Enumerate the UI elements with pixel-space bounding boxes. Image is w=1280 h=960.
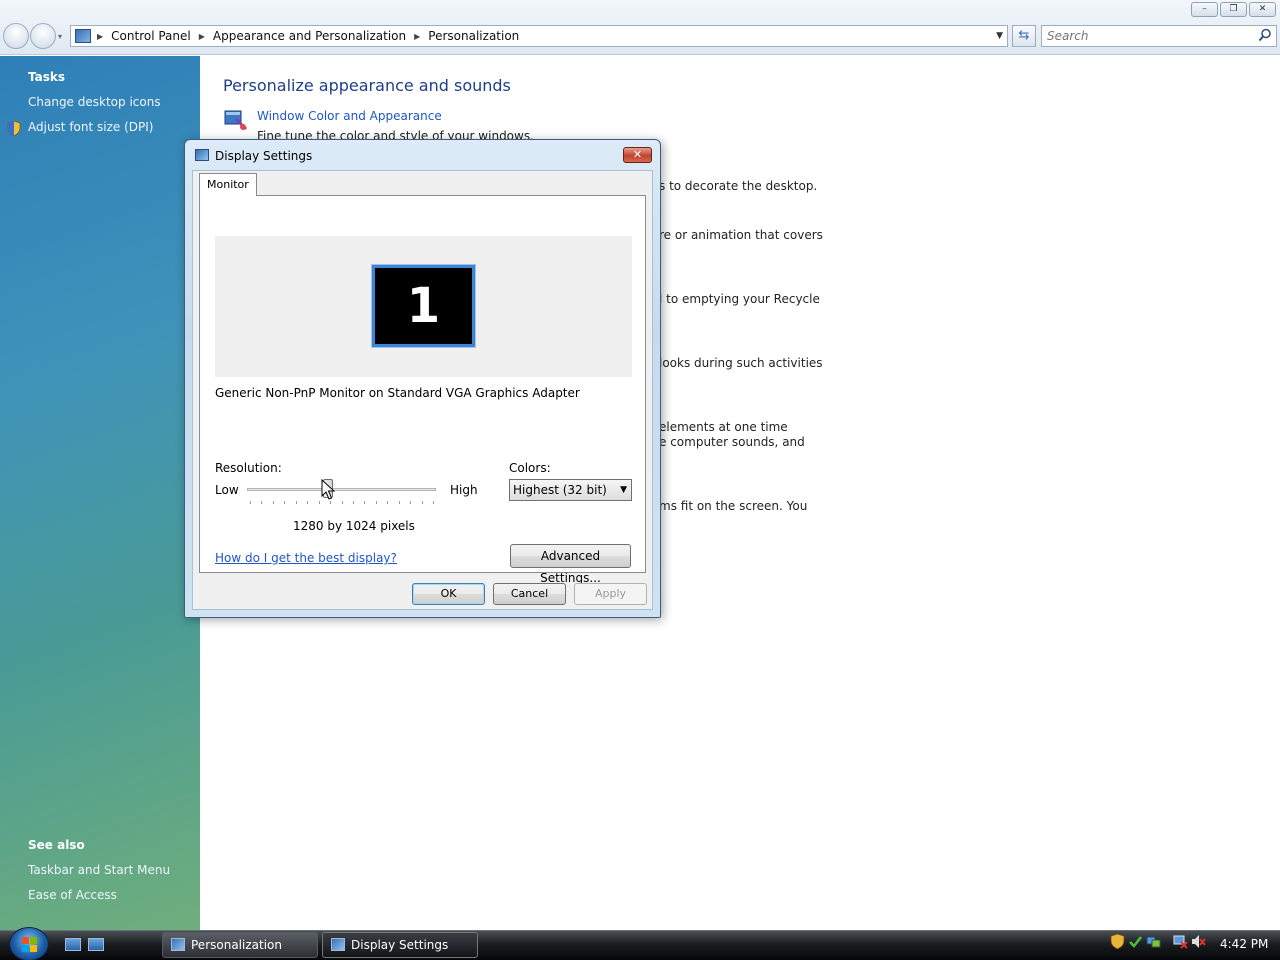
adjust-font-size-link[interactable]: Adjust font size (DPI) (28, 120, 153, 134)
notification-area (1110, 934, 1206, 949)
explorer-toolbar: – ❐ ✕ ▾ ▶ Control Panel ▶ Appearance and… (0, 0, 1280, 55)
chevron-down-icon: ▼ (620, 485, 627, 495)
search-input[interactable]: Search (1041, 25, 1277, 47)
chevron-right-icon[interactable]: ▶ (414, 32, 420, 41)
sounds-description: l to emptying your Recycle (659, 292, 820, 306)
dialog-body: Monitor 1 Generic Non-PnP Monitor on Sta… (192, 170, 653, 610)
monitor-arrangement-area: 1 (215, 236, 632, 377)
windows-logo-icon (22, 937, 37, 952)
minimize-button[interactable]: – (1191, 2, 1218, 17)
mouse-cursor-icon (321, 479, 335, 500)
forward-button[interactable] (30, 23, 56, 49)
back-button[interactable] (3, 23, 29, 49)
recent-pages-dropdown[interactable]: ▾ (58, 32, 62, 41)
start-button[interactable] (9, 927, 49, 960)
show-desktop-icon[interactable] (65, 938, 81, 951)
display-settings-icon (195, 149, 209, 161)
search-icon[interactable] (1258, 28, 1272, 42)
screen-saver-description: re or animation that covers (659, 228, 823, 242)
maximize-button[interactable]: ❐ (1220, 2, 1247, 17)
network-icon[interactable] (1146, 934, 1161, 949)
cancel-button[interactable]: Cancel (493, 583, 566, 605)
refresh-button[interactable]: ⇆ (1012, 25, 1036, 47)
chevron-right-icon[interactable]: ▶ (199, 32, 205, 41)
window-color-icon (224, 110, 247, 130)
clock[interactable]: 4:42 PM (1220, 937, 1268, 951)
see-also-heading: See also (28, 838, 85, 852)
search-placeholder: Search (1047, 29, 1089, 43)
desktop-background-description: s to decorate the desktop. (659, 179, 818, 193)
change-desktop-icons-link[interactable]: Change desktop icons (28, 95, 161, 109)
dialog-title: Display Settings (215, 149, 313, 163)
task-pane: Tasks Change desktop icons Adjust font s… (0, 56, 200, 930)
window-color-appearance-link[interactable]: Window Color and Appearance (257, 109, 442, 123)
control-panel-icon (75, 29, 91, 43)
address-bar[interactable]: ▶ Control Panel ▶ Appearance and Persona… (70, 25, 1008, 47)
close-button[interactable]: ✕ (1249, 2, 1276, 17)
personalization-icon (171, 938, 185, 951)
volume-muted-icon[interactable] (1191, 934, 1206, 949)
switch-windows-icon[interactable] (88, 938, 104, 951)
resolution-low-label: Low (215, 483, 239, 497)
resolution-value: 1280 by 1024 pixels (293, 519, 415, 533)
display-settings-task-icon (331, 938, 345, 951)
monitor-name-label: Generic Non-PnP Monitor on Standard VGA … (215, 386, 580, 400)
colors-selected-value: Highest (32 bit) (513, 483, 607, 497)
colors-dropdown[interactable]: Highest (32 bit) ▼ (509, 479, 632, 501)
monitor-tab-panel: 1 Generic Non-PnP Monitor on Standard VG… (199, 195, 646, 585)
tasks-heading: Tasks (28, 70, 66, 84)
ok-button[interactable]: OK (412, 583, 485, 605)
ease-of-access-link[interactable]: Ease of Access (28, 888, 117, 902)
display-settings-dialog: Display Settings ✕ Monitor 1 Generic Non… (184, 139, 661, 618)
taskbar-start-menu-link[interactable]: Taskbar and Start Menu (28, 863, 170, 877)
breadcrumb-control-panel[interactable]: Control Panel (111, 29, 191, 43)
dialog-close-button[interactable]: ✕ (623, 147, 652, 163)
shield-icon (7, 121, 21, 136)
display-settings-description: ms fit on the screen. You (659, 499, 808, 513)
best-display-help-link[interactable]: How do I get the best display? (215, 551, 397, 565)
taskbar-display-settings[interactable]: Display Settings (322, 932, 478, 958)
navigation-buttons (3, 23, 57, 49)
page-title: Personalize appearance and sounds (223, 76, 511, 95)
taskbar-display-settings-label: Display Settings (351, 938, 449, 952)
resolution-slider[interactable] (247, 488, 436, 491)
apply-button[interactable]: Apply (574, 583, 647, 605)
tab-monitor[interactable]: Monitor (199, 173, 257, 196)
security-shield-icon[interactable] (1110, 934, 1125, 949)
taskbar-personalization-label: Personalization (191, 938, 282, 952)
check-icon[interactable] (1128, 934, 1143, 949)
advanced-settings-button[interactable]: Advanced Settings... (510, 544, 631, 585)
theme-description-line-2: e computer sounds, and (659, 435, 805, 449)
slider-ticks (250, 501, 434, 504)
theme-description-line-1: elements at one time (659, 420, 788, 434)
taskbar-personalization[interactable]: Personalization (162, 932, 318, 958)
monitor-1-icon[interactable]: 1 (372, 265, 475, 347)
chevron-down-icon[interactable]: ▼ (996, 31, 1003, 41)
network-disconnected-icon[interactable] (1173, 934, 1188, 949)
resolution-label: Resolution: (215, 461, 282, 475)
breadcrumb-personalization[interactable]: Personalization (428, 29, 519, 43)
chevron-right-icon[interactable]: ▶ (97, 32, 103, 41)
breadcrumb-appearance[interactable]: Appearance and Personalization (213, 29, 406, 43)
resolution-high-label: High (450, 483, 478, 497)
colors-label: Colors: (509, 461, 551, 475)
mouse-pointers-description: looks during such activities (659, 356, 823, 370)
window-controls: – ❐ ✕ (1191, 2, 1276, 17)
